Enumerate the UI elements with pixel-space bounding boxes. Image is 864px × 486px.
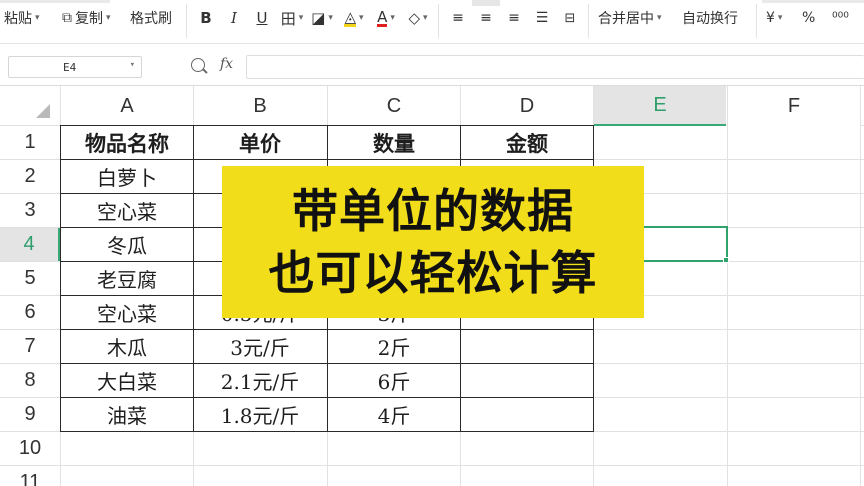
percent-label: % <box>802 10 816 26</box>
table-border <box>193 125 194 431</box>
align-top-icon: ≡ <box>452 10 464 26</box>
column-header-f[interactable]: F <box>728 86 860 126</box>
row-header-3[interactable]: 3 <box>0 194 60 227</box>
bold-label: B <box>200 9 212 27</box>
row-header-5[interactable]: 5 <box>0 262 60 295</box>
row-header-9[interactable]: 9 <box>0 398 60 431</box>
table-border <box>60 363 593 364</box>
currency-button[interactable]: ¥ ▾ <box>766 0 782 36</box>
chevron-down-icon: ▾ <box>106 13 111 23</box>
banner-line-2: 也可以轻松计算 <box>268 246 598 300</box>
row-header-4[interactable]: 4 <box>0 228 60 261</box>
distribute-button[interactable]: ⊟ <box>558 0 582 36</box>
chevron-down-icon: ▾ <box>129 60 135 70</box>
banner-line-1: 带单位的数据 <box>292 184 574 238</box>
zoom-icon[interactable] <box>191 58 205 72</box>
row-header-8[interactable]: 8 <box>0 364 60 397</box>
copy-button[interactable]: ⧉ 复制 ▾ <box>62 0 111 36</box>
toolbar-divider <box>756 4 757 38</box>
table-border <box>60 397 593 398</box>
copy-label: 复制 <box>75 11 103 27</box>
chevron-down-icon: ▾ <box>423 13 428 23</box>
merge-center-label: 合并居中 <box>598 11 654 27</box>
ribbon-toolbar: 粘贴 ▾ ⧉ 复制 ▾ 格式刷 B I U 田 ▾ ◪ ▾ ◬ ▾ A ▾ ◇ ▾ ≡ ≡… <box>0 0 864 44</box>
wrap-text-label: 自动换行 <box>682 11 738 27</box>
chevron-down-icon: ▾ <box>328 13 333 23</box>
underline-button[interactable]: U <box>250 0 274 36</box>
row-header-7[interactable]: 7 <box>0 330 60 363</box>
column-header-c[interactable]: C <box>328 86 460 126</box>
format-painter-button[interactable]: 格式刷 <box>130 0 172 36</box>
table-border <box>60 159 593 160</box>
percent-button[interactable]: % <box>802 0 815 36</box>
row-header-1[interactable]: 1 <box>0 126 60 159</box>
align-middle-icon: ≡ <box>480 10 492 26</box>
fx-icon[interactable]: fx <box>220 56 233 72</box>
align-bottom-icon: ≡ <box>508 10 520 26</box>
chevron-down-icon: ▾ <box>359 13 364 23</box>
border-button[interactable]: 田 ▾ <box>280 0 304 36</box>
paint-bucket-icon: ◬ <box>344 7 356 27</box>
row-header-10[interactable]: 10 <box>0 432 60 465</box>
justify-icon: ☰ <box>535 10 549 26</box>
name-box-value: E4 <box>63 60 77 74</box>
cell-style-button[interactable]: ◪ ▾ <box>310 0 334 36</box>
bold-button[interactable]: B <box>194 0 218 36</box>
caption-banner: 带单位的数据 也可以轻松计算 <box>222 166 644 318</box>
merge-center-button[interactable]: 合并居中 ▾ <box>598 0 662 36</box>
eraser-icon: ◇ <box>408 9 420 27</box>
column-header-d[interactable]: D <box>461 86 593 126</box>
column-gridline <box>727 86 728 486</box>
row-header-2[interactable]: 2 <box>0 160 60 193</box>
chevron-down-icon: ▾ <box>390 13 395 23</box>
thousands-separator-button[interactable]: ⁰⁰⁰ <box>832 0 849 36</box>
copy-icon: ⧉ <box>62 10 72 26</box>
italic-button[interactable]: I <box>222 0 246 36</box>
distribute-icon: ⊟ <box>564 10 576 26</box>
column-header-e[interactable]: E <box>594 86 726 126</box>
fill-color-button[interactable]: ◬ ▾ <box>342 0 366 36</box>
align-middle-button[interactable]: ≡ <box>474 0 498 36</box>
select-all-corner[interactable] <box>0 86 60 126</box>
align-bottom-button[interactable]: ≡ <box>502 0 526 36</box>
column-gridline <box>860 86 861 486</box>
format-painter-label: 格式刷 <box>130 11 172 27</box>
font-color-label: A <box>377 7 388 27</box>
font-color-button[interactable]: A ▾ <box>374 0 398 36</box>
thousands-separator-icon: ⁰⁰⁰ <box>832 10 849 26</box>
italic-label: I <box>231 9 237 27</box>
currency-label: ¥ <box>766 10 775 26</box>
column-header-b[interactable]: B <box>194 86 326 126</box>
column-header-a[interactable]: A <box>61 86 193 126</box>
clear-format-button[interactable]: ◇ ▾ <box>406 0 430 36</box>
wrap-text-button[interactable]: 自动换行 <box>682 0 738 36</box>
paste-button[interactable]: 粘贴 ▾ <box>4 0 40 36</box>
border-icon: 田 <box>280 9 296 28</box>
toolbar-divider <box>438 4 439 38</box>
chevron-down-icon: ▾ <box>657 13 662 23</box>
chevron-down-icon: ▾ <box>777 13 783 23</box>
toolbar-divider <box>588 4 589 38</box>
table-border <box>60 329 593 330</box>
fill-handle[interactable] <box>723 257 729 263</box>
row-gridline <box>0 465 864 466</box>
align-top-button[interactable]: ≡ <box>446 0 470 36</box>
name-box[interactable]: E4 ▾ <box>8 56 142 78</box>
formula-input[interactable] <box>246 55 864 79</box>
chevron-down-icon: ▾ <box>35 13 40 23</box>
formula-bar: E4 ▾ fx <box>0 44 864 86</box>
justify-button[interactable]: ☰ <box>530 0 554 36</box>
row-header-6[interactable]: 6 <box>0 296 60 329</box>
paste-label: 粘贴 <box>4 11 32 27</box>
row-header-11[interactable]: 11 <box>0 466 60 486</box>
cell-style-icon: ◪ <box>311 9 326 27</box>
underline-label: U <box>256 9 268 27</box>
chevron-down-icon: ▾ <box>298 13 304 23</box>
toolbar-divider <box>186 4 187 38</box>
